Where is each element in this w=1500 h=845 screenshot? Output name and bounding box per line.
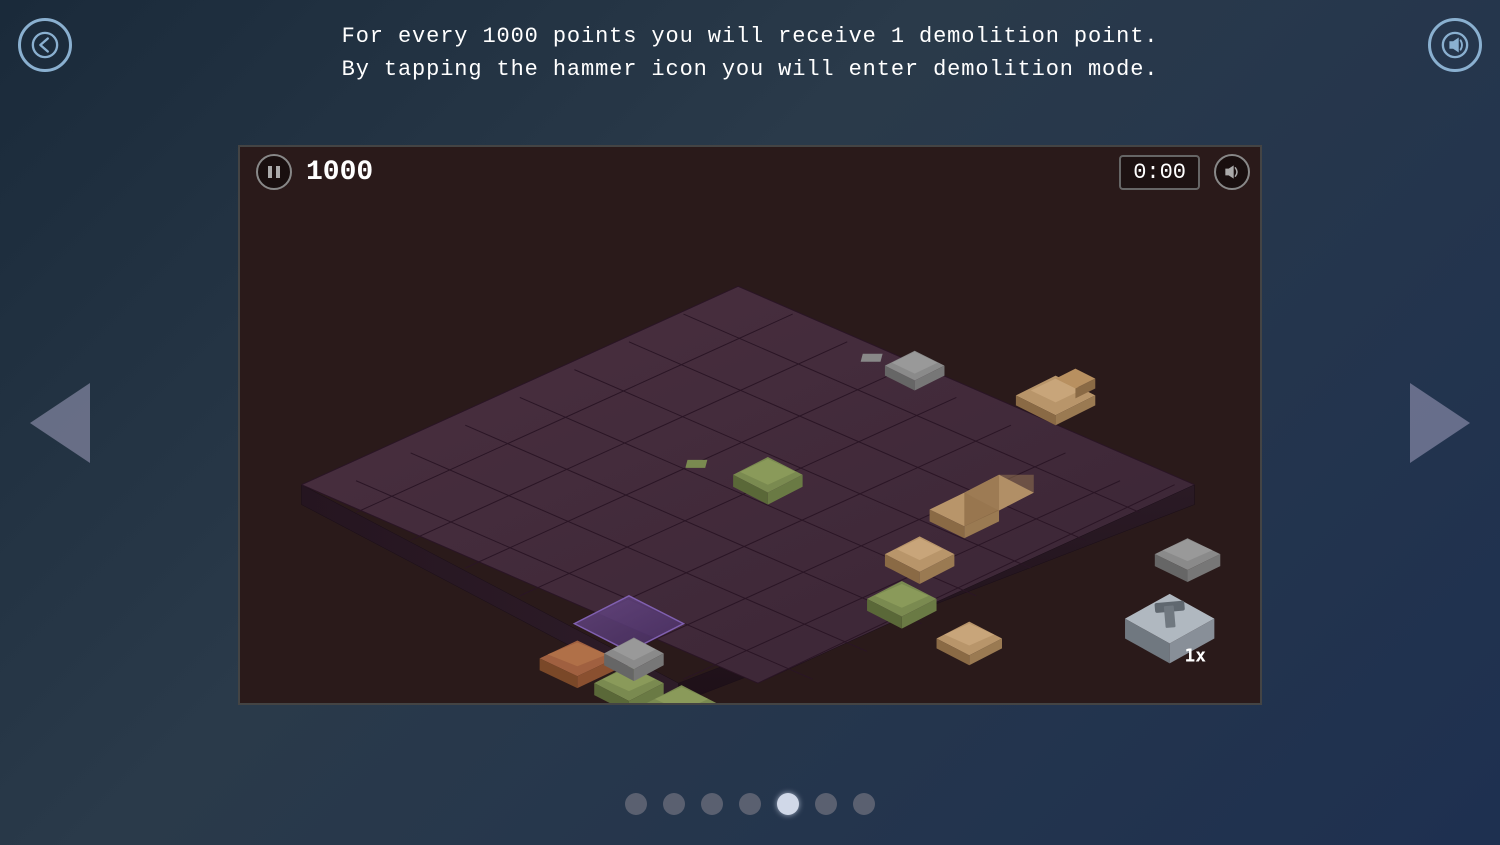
sound-button-hud[interactable] [1214,154,1250,190]
game-container: 1000 0:00 [238,145,1262,705]
instruction-line1: For every 1000 points you will receive 1… [342,20,1159,53]
dot-6[interactable] [815,793,837,815]
game-svg: 1x [240,197,1260,703]
sound-button-top[interactable] [1428,18,1482,72]
svg-text:1x: 1x [1185,645,1207,666]
building-tan-3 [937,622,1002,666]
isometric-board: 1x [240,197,1260,703]
building-gray-3 [1155,538,1220,582]
back-button[interactable] [18,18,72,72]
dot-2[interactable] [663,793,685,815]
pagination [625,793,875,815]
dot-5[interactable] [777,793,799,815]
dot-7[interactable] [853,793,875,815]
next-arrow[interactable] [1410,383,1470,463]
timer-display: 0:00 [1119,155,1200,190]
dot-4[interactable] [739,793,761,815]
instruction-container: For every 1000 points you will receive 1… [342,20,1159,86]
pause-button[interactable] [256,154,292,190]
hammer-icon: 1x [1125,594,1214,666]
game-hud: 1000 0:00 [240,147,1260,197]
score-display: 1000 [306,157,373,188]
prev-arrow[interactable] [30,383,90,463]
dot-1[interactable] [625,793,647,815]
dot-3[interactable] [701,793,723,815]
instruction-line2: By tapping the hammer icon you will ente… [342,53,1159,86]
